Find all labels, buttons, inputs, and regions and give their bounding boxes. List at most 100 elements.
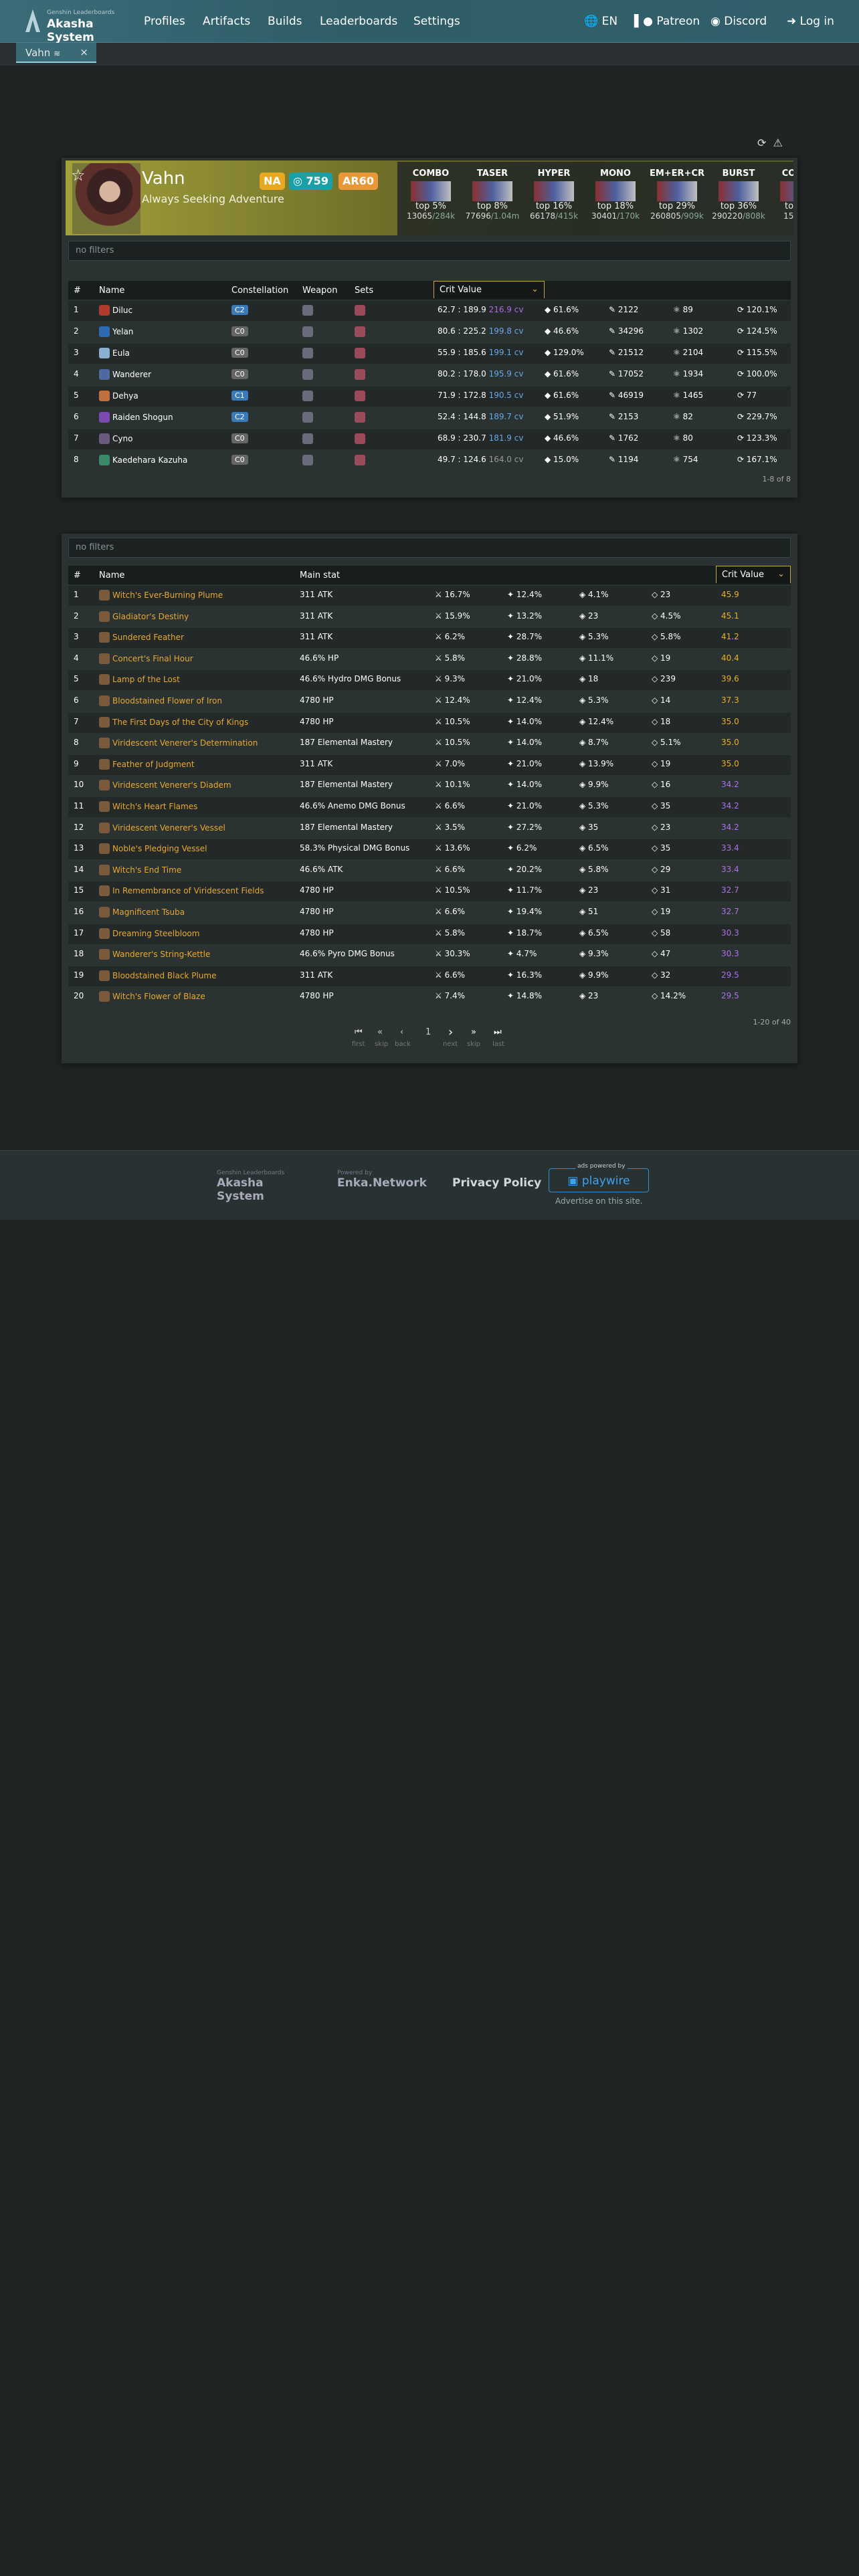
nav-artifacts[interactable]: Artifacts [203,15,250,28]
artifact-name[interactable]: Feather of Judgment [99,758,195,770]
table-row[interactable]: 1 Witch's Ever-Burning Plume 311 ATK ⚔ 16.7… [68,586,791,606]
tab-bar: Vahn ≋ × [0,43,859,66]
artifact-name[interactable]: Bloodstained Flower of Iron [99,695,222,706]
artifact-name[interactable]: Witch's Heart Flames [99,801,197,812]
table-row[interactable]: 8 Viridescent Venerer's Determination 187 … [68,734,791,754]
nav-leaderboards[interactable]: Leaderboards [320,15,397,28]
artifact-sort-select[interactable]: Crit Value ⌄ [716,566,791,583]
table-row[interactable]: 2 Gladiator's Destiny 311 ATK ⚔ 15.9% ✦ 13.2… [68,607,791,627]
artifact-name[interactable]: The First Days of the City of Kings [99,716,248,728]
character-name[interactable]: Yelan [99,326,133,337]
footer-akasha-link[interactable]: Genshin Leaderboards Akasha System [217,1170,310,1203]
rank-card[interactable]: BURST top 36% 290220/808k [708,162,769,229]
language-selector[interactable]: 🌐 EN [584,15,617,28]
artifact-name[interactable]: Wanderer's String-Kettle [99,949,210,960]
artifact-name[interactable]: Viridescent Venerer's Diadem [99,780,231,791]
artifact-name[interactable]: Lamp of the Lost [99,674,180,685]
rank-card[interactable]: EM+ER+CR top 29% 260805/909k [646,162,708,229]
privacy-policy-link[interactable]: Privacy Policy [452,1176,541,1190]
close-icon[interactable]: × [80,46,88,58]
akasha-logo[interactable]: Genshin Leaderboards Akasha System [23,7,130,44]
table-row[interactable]: 16 Magnificent Tsuba 4780 HP ⚔ 6.6% ✦ 19.4% ◈… [68,903,791,923]
back-button[interactable]: ‹ [400,1027,403,1037]
col-name[interactable]: Name [99,286,124,296]
table-row[interactable]: 3 Sundered Feather 311 ATK ⚔ 6.2% ✦ 28.7% ◈ 5… [68,628,791,649]
artifact-name[interactable]: Witch's Flower of Blaze [99,991,205,1002]
table-row[interactable]: 2 Yelan C0 80.6 : 225.2 199.8 cv ◆ 46.6% ✎ 34… [68,322,791,342]
col-name[interactable]: Name [99,570,124,580]
table-row[interactable]: 4 Concert's Final Hour 46.6% HP ⚔ 5.8% ✦ 28.… [68,649,791,669]
table-row[interactable]: 12 Viridescent Venerer's Vessel 187 Elemen… [68,818,791,839]
character-name[interactable]: Eula [99,348,130,358]
table-row[interactable]: 4 Wanderer C0 80.2 : 178.0 195.9 cv ◆ 61.6% ✎… [68,365,791,385]
col-weapon[interactable]: Weapon [302,286,338,296]
rank-card[interactable]: MONO top 18% 30401/170k [585,162,646,229]
rank-card[interactable]: HYPER top 16% 66178/415k [523,162,585,229]
artifact-name[interactable]: Viridescent Venerer's Vessel [99,822,225,833]
character-name[interactable]: Wanderer [99,369,151,380]
table-row[interactable]: 6 Bloodstained Flower of Iron 4780 HP ⚔ 12.… [68,691,791,712]
last-page-button[interactable]: ⏭ [494,1027,502,1037]
table-row[interactable]: 5 Lamp of the Lost 46.6% Hydro DMG Bonus ⚔ … [68,670,791,691]
character-name[interactable]: Kaedehara Kazuha [99,455,187,465]
artifact-name[interactable]: Bloodstained Black Plume [99,970,216,981]
table-row[interactable]: 8 Kaedehara Kazuha C0 49.7 : 124.6 164.0 cv… [68,451,791,471]
artifact-filter-input[interactable]: no filters [68,538,791,558]
table-row[interactable]: 6 Raiden Shogun C2 52.4 : 144.8 189.7 cv ◆ 5… [68,408,791,428]
rank-card[interactable]: COMBO top 5% 13065/284k [400,162,462,229]
nav-builds[interactable]: Builds [268,15,302,28]
favorite-star-icon[interactable]: ☆ [71,166,86,185]
col-constellation[interactable]: Constellation [231,286,288,296]
artifact-name[interactable]: In Remembrance of Viridescent Fields [99,885,264,897]
footer-enka-link[interactable]: Powered by Enka.Network [337,1170,438,1190]
first-page-button[interactable]: ⏮ [355,1027,363,1037]
warning-icon[interactable]: ⚠ [773,136,783,149]
table-row[interactable]: 13 Noble's Pledging Vessel 58.3% Physical … [68,839,791,860]
table-row[interactable]: 10 Viridescent Venerer's Diadem 187 Elemen… [68,776,791,796]
character-name[interactable]: Dehya [99,391,138,401]
tab-vahn[interactable]: Vahn ≋ × [16,43,96,63]
refresh-icon[interactable]: ⟳ [757,136,766,149]
skip-back-button[interactable]: « [377,1027,383,1037]
artifact-name[interactable]: Witch's End Time [99,864,181,875]
table-row[interactable]: 7 Cyno C0 68.9 : 230.7 181.9 cv ◆ 46.6% ✎ 176… [68,429,791,449]
table-row[interactable]: 18 Wanderer's String-Kettle 46.6% Pyro DMG… [68,945,791,966]
rank-card[interactable]: TASER top 8% 77696/1.04m [462,162,523,229]
table-row[interactable]: 11 Witch's Heart Flames 46.6% Anemo DMG Bo… [68,797,791,817]
table-row[interactable]: 9 Feather of Judgment 311 ATK ⚔ 7.0% ✦ 21.0%… [68,754,791,775]
table-row[interactable]: 3 Eula C0 55.9 : 185.6 199.1 cv ◆ 129.0% ✎ 21… [68,344,791,364]
artifact-name[interactable]: Dreaming Steelbloom [99,928,199,939]
patreon-link[interactable]: ▌● Patreon [634,15,700,28]
playwire-badge[interactable]: ▣ playwire [549,1168,649,1192]
table-row[interactable]: 1 Diluc C2 62.7 : 189.9 216.9 cv ◆ 61.6% ✎ 21… [68,301,791,321]
artifact-name[interactable]: Noble's Pledging Vessel [99,843,207,855]
nav-settings[interactable]: Settings [413,15,460,28]
next-button[interactable]: › [448,1025,453,1039]
table-row[interactable]: 17 Dreaming Steelbloom 4780 HP ⚔ 5.8% ✦ 18.7… [68,924,791,944]
character-name[interactable]: Cyno [99,433,132,444]
table-row[interactable]: 14 Witch's End Time 46.6% ATK ⚔ 6.6% ✦ 20.2%… [68,860,791,881]
login-button[interactable]: ➜ Log in [787,15,834,28]
artifact-name[interactable]: Magnificent Tsuba [99,907,185,918]
artifact-name[interactable]: Sundered Feather [99,632,184,643]
table-row[interactable]: 7 The First Days of the City of Kings 4780… [68,712,791,733]
artifact-name[interactable]: Viridescent Venerer's Determination [99,738,258,749]
col-main-stat[interactable]: Main stat [300,570,340,580]
filter-input[interactable]: no filters [68,241,791,261]
table-row[interactable]: 15 In Remembrance of Viridescent Fields 47… [68,881,791,902]
advertise-link[interactable]: Advertise on this site. [555,1196,642,1206]
artifact-name[interactable]: Witch's Ever-Burning Plume [99,590,223,601]
table-row[interactable]: 19 Bloodstained Black Plume 311 ATK ⚔ 6.6% ✦… [68,966,791,986]
artifact-name[interactable]: Concert's Final Hour [99,653,193,664]
discord-link[interactable]: ◉ Discord [710,15,767,28]
sort-select[interactable]: Crit Value ⌄ [434,281,545,298]
table-row[interactable]: 5 Dehya C1 71.9 : 172.8 190.5 cv ◆ 61.6% ✎ 46… [68,387,791,407]
character-name[interactable]: Diluc [99,305,132,316]
artifact-name[interactable]: Gladiator's Destiny [99,611,189,622]
rank-card[interactable]: COMBO top 6%15070/2 [769,162,793,229]
character-name[interactable]: Raiden Shogun [99,412,173,423]
col-sets[interactable]: Sets [355,286,373,296]
skip-forward-button[interactable]: » [471,1027,476,1037]
table-row[interactable]: 20 Witch's Flower of Blaze 4780 HP ⚔ 7.4% ✦ … [68,987,791,1008]
nav-profiles[interactable]: Profiles [144,15,185,28]
